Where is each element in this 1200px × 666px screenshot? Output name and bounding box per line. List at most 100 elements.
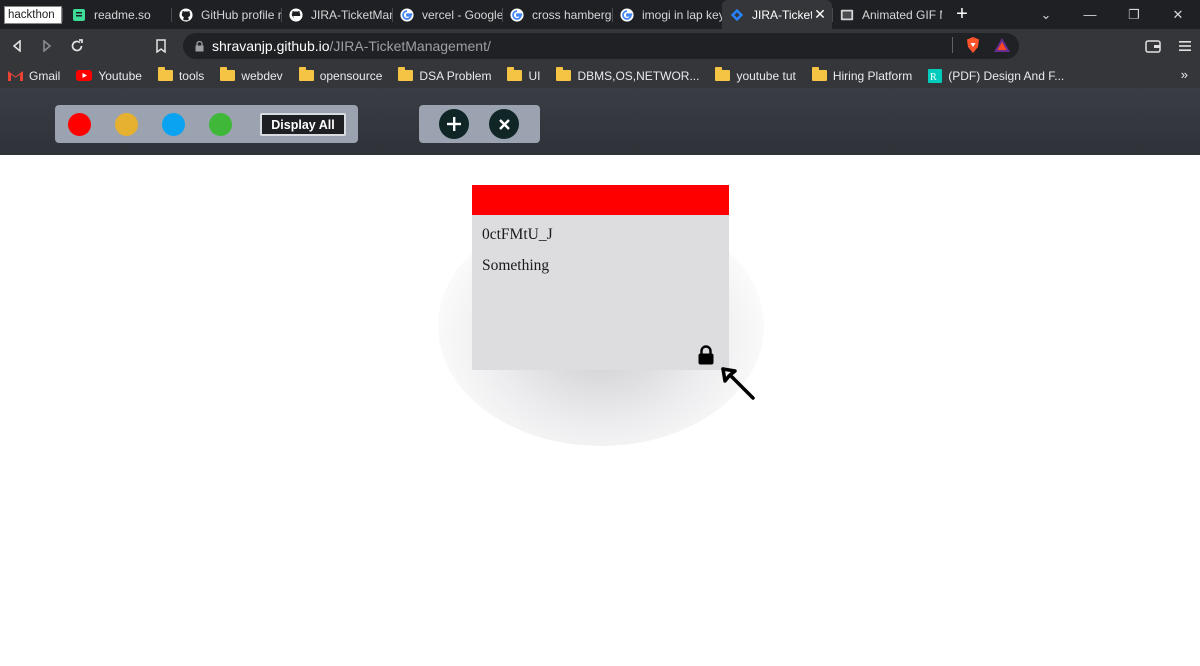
- action-panel: [419, 105, 540, 143]
- brave-shield-icon[interactable]: [965, 36, 981, 54]
- tab-title: JIRA-TicketMan: [311, 7, 392, 22]
- bookmark-label: webdev: [241, 68, 283, 83]
- address-bar-extensions: [952, 36, 1011, 54]
- lock-secure-icon: [195, 40, 204, 52]
- tab-jira-github[interactable]: JIRA-TicketMan: [281, 0, 392, 29]
- bookmark-folder-youtube-tut[interactable]: youtube tut: [715, 67, 796, 83]
- bookmark-folder-webdev[interactable]: webdev: [220, 67, 283, 83]
- bookmark-label: tools: [178, 68, 205, 83]
- plus-icon: [447, 117, 461, 131]
- new-tab-icon[interactable]: +: [942, 0, 982, 29]
- bookmarks-bar: Gmail Youtube tools webdev opensource DS…: [0, 63, 1200, 88]
- bookmark-folder-hiring-platform[interactable]: Hiring Platform: [811, 67, 913, 83]
- bookmark-label: DSA Problem: [419, 68, 492, 83]
- wallet-icon[interactable]: [1138, 31, 1168, 61]
- folder-icon: [811, 67, 827, 81]
- remove-ticket-button[interactable]: [489, 109, 519, 139]
- bookmark-label: opensource: [319, 68, 383, 83]
- folder-icon: [715, 67, 731, 81]
- bookmark-youtube[interactable]: Youtube: [76, 69, 142, 83]
- ticket-color-band[interactable]: [472, 185, 729, 215]
- ticket-task-text[interactable]: Something: [482, 257, 549, 275]
- brave-rewards-icon[interactable]: [993, 37, 1011, 53]
- bookmarks-overflow-icon[interactable]: »: [1181, 67, 1188, 82]
- reload-icon[interactable]: [62, 31, 92, 61]
- tab-title: readme.so: [94, 7, 151, 22]
- bookmark-folder-opensource[interactable]: opensource: [298, 67, 383, 83]
- youtube-icon: [76, 70, 93, 81]
- ticket-id: 0ctFMtU_J: [482, 226, 553, 243]
- tab-cross-hamberger[interactable]: cross hamberge: [502, 0, 612, 29]
- jira-icon: [730, 8, 744, 22]
- tab-readme[interactable]: readme.so: [62, 0, 171, 29]
- folder-icon: [507, 67, 523, 81]
- tab-title: Animated GIF M: [862, 7, 942, 22]
- add-ticket-button[interactable]: [439, 109, 469, 139]
- bookmark-folder-tools[interactable]: tools: [157, 67, 205, 83]
- ticket-card[interactable]: 0ctFMtU_J Something: [472, 185, 729, 370]
- filter-yellow-button[interactable]: [115, 112, 138, 136]
- restore-icon[interactable]: ❐: [1112, 0, 1156, 29]
- app-header: Display All: [0, 88, 1200, 155]
- menu-icon[interactable]: [1170, 31, 1200, 61]
- url-host: shravanjp.github.io: [212, 38, 330, 54]
- bookmark-label: Hiring Platform: [832, 68, 913, 83]
- folder-icon: [556, 67, 572, 81]
- bookmark-gmail[interactable]: Gmail: [8, 69, 60, 83]
- bookmark-label: DBMS,OS,NETWOR...: [577, 68, 700, 83]
- bookmark-pdf-design[interactable]: R (PDF) Design And F...: [928, 68, 1065, 83]
- filter-red-button[interactable]: [68, 112, 91, 136]
- google-icon: [400, 7, 414, 22]
- address-bar[interactable]: shravanjp.github.io/JIRA-TicketManagemen…: [183, 33, 1019, 59]
- tab-vercel-google[interactable]: vercel - Google: [392, 0, 502, 29]
- tab-close-icon[interactable]: ✕: [812, 6, 828, 23]
- forward-icon[interactable]: [32, 31, 62, 61]
- bookmark-label: Gmail: [29, 68, 61, 83]
- folder-icon: [157, 67, 173, 81]
- mouse-arrow-icon: [721, 367, 755, 400]
- window-controls: ⌄ — ❐ ✕: [1024, 0, 1200, 29]
- window-close-icon[interactable]: ✕: [1156, 0, 1200, 29]
- tab-search-chevron-icon[interactable]: ⌄: [1024, 0, 1068, 29]
- url-path: /JIRA-TicketManagement/: [329, 38, 491, 54]
- tab-title: GitHub profile r: [201, 7, 281, 22]
- gif-icon: [840, 8, 854, 22]
- readme-icon: [72, 8, 86, 22]
- bookmark-icon[interactable]: [146, 31, 176, 61]
- gmail-icon: [8, 70, 23, 81]
- bookmark-folder-ui[interactable]: UI: [507, 67, 541, 83]
- google-icon: [510, 7, 524, 22]
- bookmark-label: (PDF) Design And F...: [948, 68, 1065, 83]
- bookmark-label: UI: [528, 68, 541, 83]
- svg-text:R: R: [930, 72, 937, 83]
- github-icon: [179, 7, 193, 22]
- tab-imogi[interactable]: imogi in lap key: [612, 0, 722, 29]
- bookmark-folder-dsa-problem[interactable]: DSA Problem: [398, 67, 492, 83]
- folder-icon: [220, 67, 236, 81]
- tab-jira-ticket-active[interactable]: JIRA-Ticket ✕: [722, 0, 832, 29]
- tab-title: hackthon: [4, 5, 62, 24]
- folder-icon: [398, 67, 414, 81]
- bookmark-folder-dbms[interactable]: DBMS,OS,NETWOR...: [556, 67, 700, 83]
- tab-title: vercel - Google: [422, 7, 502, 22]
- tab-title: JIRA-Ticket: [752, 7, 812, 22]
- filter-green-button[interactable]: [209, 112, 232, 136]
- back-icon[interactable]: [2, 31, 32, 61]
- bookmark-label: Youtube: [98, 68, 142, 83]
- github-icon: [289, 7, 303, 22]
- filter-blue-button[interactable]: [162, 112, 185, 136]
- display-all-button[interactable]: Display All: [260, 113, 346, 136]
- tab-github-profile[interactable]: GitHub profile r: [171, 0, 281, 29]
- minimize-icon[interactable]: —: [1068, 0, 1112, 29]
- tab-animated-gif[interactable]: Animated GIF M: [832, 0, 942, 29]
- cross-icon: [498, 118, 510, 130]
- researchgate-icon: R: [928, 68, 943, 83]
- tab-title: imogi in lap key: [642, 7, 722, 22]
- tab-hackthon[interactable]: hackthon: [0, 0, 62, 29]
- bookmark-label: youtube tut: [736, 68, 796, 83]
- tab-title: cross hamberge: [532, 7, 612, 22]
- browser-tab-strip: hackthon readme.so GitHub profile r JIRA…: [0, 0, 1200, 29]
- divider: [952, 37, 953, 53]
- folder-icon: [298, 67, 314, 81]
- lock-icon[interactable]: [697, 345, 715, 365]
